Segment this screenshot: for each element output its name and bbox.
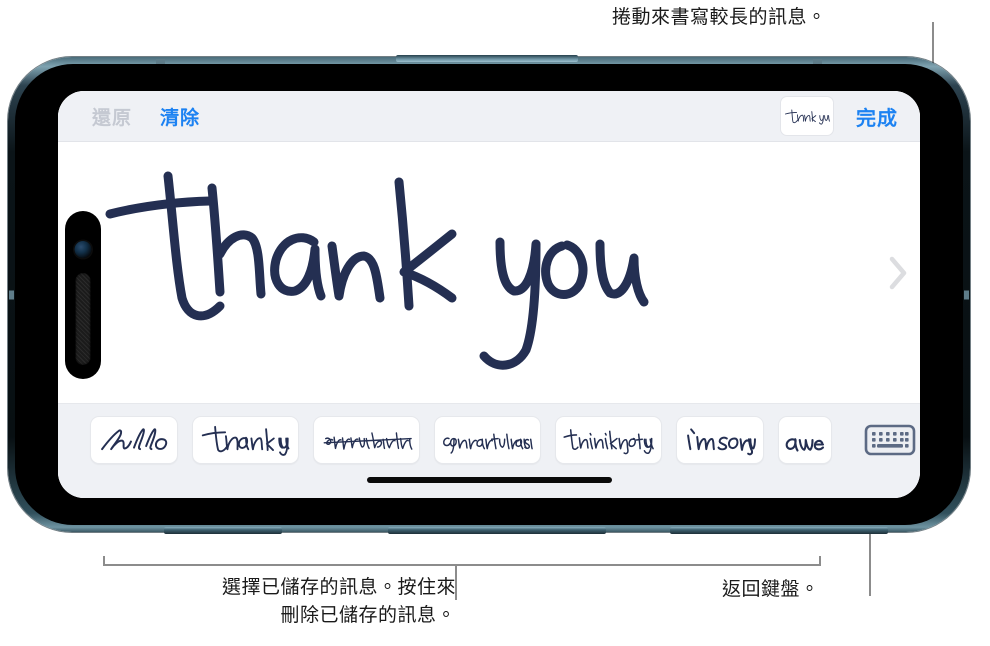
callout-return-to-keyboard: 返回鍵盤。 [722,579,820,600]
antenna-band [964,290,969,299]
thumbnail-handwriting-icon [784,109,830,125]
keyboard-button[interactable] [864,423,916,457]
saved-message-happy-birthday[interactable] [313,416,420,464]
saved-message-thank-you[interactable] [192,416,299,464]
congratulations-handwriting-icon [442,433,533,454]
handwriting-app: 還原 清除 完成 [58,91,920,498]
saved-message-hello[interactable] [90,416,178,464]
undo-button[interactable]: 還原 [92,103,132,130]
saved-message-im-sorry[interactable] [676,416,764,464]
callout-scroll-longer-message: 捲動來書寫較長的訊息。 [612,7,827,28]
home-indicator[interactable] [366,477,612,483]
leader-bracket-tick-left [103,556,105,566]
antenna-band [156,59,165,64]
leader-bracket-drop [455,564,457,600]
im-sorry-handwriting-icon [687,428,756,456]
antenna-band [9,290,14,299]
front-camera-icon [74,240,92,258]
saved-message-thumbnail[interactable] [780,96,834,136]
saved-message-awe[interactable] [778,416,832,464]
saved-messages-bar[interactable] [58,403,920,476]
iphone-device: 還原 清除 完成 [8,55,970,534]
done-button[interactable]: 完成 [856,102,898,131]
power-button[interactable] [396,55,578,62]
handwriting-canvas[interactable] [58,142,920,403]
handwriting-ink [105,171,649,370]
thinking-of-you-handwriting-icon [562,429,654,455]
hello-handwriting-icon [101,428,168,451]
antenna-band [813,59,822,64]
earpiece-speaker-icon [75,272,91,365]
screenshot-stage: 捲動來書寫較長的訊息。 選擇已儲存的訊息。按住來 刪除已儲存的訊息。 返回鍵盤。 [0,0,990,646]
thank-you-handwriting-icon [201,425,289,456]
awe-handwriting-icon [785,438,825,452]
chevron-right-icon[interactable] [888,256,908,290]
keyboard-icon [864,424,916,456]
silent-switch[interactable] [164,527,282,534]
clear-button[interactable]: 清除 [160,103,200,130]
handwriting-toolbar: 還原 清除 完成 [58,91,920,142]
saved-message-congratulations[interactable] [434,416,541,464]
leader-bracket-tick-right [819,556,821,566]
display-notch [65,210,101,379]
saved-message-thinking-of-you[interactable] [555,416,662,464]
volume-down-button[interactable] [670,527,888,534]
leader-bracket-suggestions [103,564,821,566]
callout-saved-messages: 選擇已儲存的訊息。按住來 刪除已儲存的訊息。 [221,577,456,626]
home-bar-area [58,476,920,498]
phone-screen: 還原 清除 完成 [58,91,920,498]
happy-birthday-handwriting-icon [323,432,412,450]
volume-up-button[interactable] [388,527,606,534]
